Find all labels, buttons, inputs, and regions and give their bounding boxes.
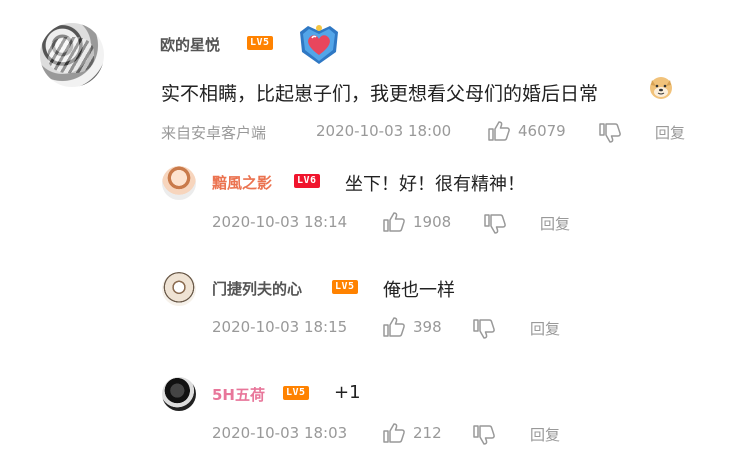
like-icon[interactable] (382, 316, 406, 338)
dislike-icon[interactable] (483, 213, 507, 235)
badge-icon[interactable] (294, 22, 344, 66)
like-icon[interactable] (382, 211, 406, 233)
username[interactable]: 门捷列夫的心 (212, 278, 302, 299)
doge-emoji (650, 77, 672, 99)
avatar[interactable] (162, 377, 196, 411)
timestamp: 2020-10-03 18:14 (212, 213, 348, 231)
timestamp: 2020-10-03 18:15 (212, 318, 348, 336)
timestamp: 2020-10-03 18:00 (316, 122, 452, 140)
level-badge: LV5 (247, 36, 273, 50)
level-badge: LV6 (294, 174, 320, 188)
source-label: 来自安卓客户端 (161, 124, 267, 142)
level-badge: LV5 (283, 386, 309, 400)
like-count: 398 (413, 318, 442, 336)
dislike-icon[interactable] (472, 424, 496, 446)
avatar[interactable] (162, 272, 196, 306)
username[interactable]: 欧的星悦 (160, 34, 220, 55)
reply-button[interactable]: 回复 (530, 318, 560, 339)
comment-text: 俺也一样 (383, 280, 455, 301)
comment-text: 坐下！好！很有精神！ (345, 174, 525, 195)
reply-button[interactable]: 回复 (655, 122, 685, 143)
comment-text: 实不相瞒，比起崽子们，我更想看父母们的婚后日常 (161, 83, 599, 105)
avatar[interactable] (162, 166, 196, 200)
like-count: 1908 (413, 213, 452, 231)
reply-button[interactable]: 回复 (530, 424, 560, 445)
level-badge: LV5 (332, 280, 358, 294)
comment-text: +1 (334, 382, 361, 403)
timestamp: 2020-10-03 18:03 (212, 424, 348, 442)
like-icon[interactable] (382, 422, 406, 444)
like-icon[interactable] (487, 120, 511, 142)
username[interactable]: 5H五荷 (212, 384, 265, 405)
avatar[interactable] (40, 23, 104, 87)
reply-button[interactable]: 回复 (540, 213, 570, 234)
like-count: 212 (413, 424, 442, 442)
dislike-icon[interactable] (472, 318, 496, 340)
like-count: 46079 (518, 122, 566, 140)
username[interactable]: 黯風之影 (212, 172, 272, 193)
dislike-icon[interactable] (598, 122, 622, 144)
